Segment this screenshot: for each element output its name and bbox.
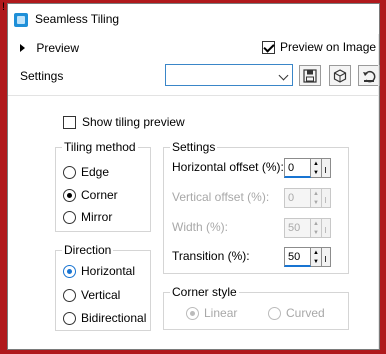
transition-input[interactable]: 50 [284,247,311,267]
radio-icon[interactable] [63,288,76,302]
spin-up-icon[interactable]: ▲ [311,219,321,228]
radio-icon[interactable] [186,306,199,320]
direction-group: Direction Horizontal Vertical Bidirectio… [55,243,151,331]
horizontal-offset-label: Horizontal offset (%): [172,160,284,174]
radio-label: Bidirectional [81,311,147,325]
preview-on-image-checkbox[interactable]: Preview on Image [262,40,376,54]
spin-buttons[interactable]: ▲ ▼ [311,158,322,178]
vertical-offset-label: Vertical offset (%): [172,190,270,204]
radio-label: Vertical [81,288,121,302]
spin-down-icon[interactable]: ▼ [311,228,321,237]
show-tiling-preview-checkbox[interactable]: Show tiling preview [63,115,185,129]
tiling-method-corner[interactable]: Corner [63,188,118,202]
radio-icon[interactable] [268,306,281,320]
save-preset-button[interactable] [299,65,321,86]
reset-icon [363,70,376,82]
show-tiling-label: Show tiling preview [82,115,185,129]
preview-on-image-check-icon[interactable] [262,40,275,54]
vertical-offset-spinner[interactable]: 0 ▲ ▼ [284,188,335,208]
window-edge [378,34,379,349]
tiling-method-group: Tiling method Edge Corner Mirror [55,140,151,232]
width-input[interactable]: 50 [284,218,311,238]
horizontal-offset-input[interactable]: 0 [284,158,311,178]
save-preset-icon [303,68,317,83]
radio-icon[interactable] [63,264,76,278]
preview-on-image-label: Preview on Image [280,40,377,54]
spin-buttons[interactable]: ▲ ▼ [311,247,322,267]
vertical-offset-input[interactable]: 0 [284,188,311,208]
expand-caret-icon [20,43,25,52]
spin-down-icon[interactable]: ▼ [311,168,321,177]
direction-title: Direction [62,243,114,257]
tiling-method-mirror[interactable]: Mirror [63,210,112,224]
width-spinner[interactable]: 50 ▲ ▼ [284,218,335,238]
direction-horizontal[interactable]: Horizontal [63,264,135,278]
radio-label: Horizontal [81,264,136,278]
spin-up-icon[interactable]: ▲ [311,159,321,168]
preview-toggle[interactable]: Preview [20,40,79,55]
background-mark: ! [2,1,6,13]
corner-style-title: Corner style [170,285,239,299]
title-bar: Seamless Tiling [8,4,379,34]
toolbar-separator [8,95,379,96]
radio-icon[interactable] [63,210,76,224]
radio-label: Corner [81,188,118,202]
radio-label: Edge [81,165,110,179]
spin-buttons[interactable]: ▲ ▼ [311,188,322,208]
chevron-down-icon [278,70,289,81]
show-tiling-check-icon[interactable] [63,115,76,129]
slider-popup-button[interactable] [322,188,331,208]
reset-button[interactable] [358,65,380,86]
radio-icon[interactable] [63,188,76,202]
corner-style-curved[interactable]: Curved [268,306,325,320]
spin-down-icon[interactable]: ▼ [311,198,321,207]
settings-bar-label: Settings [20,69,64,83]
direction-bidirectional[interactable]: Bidirectional [63,311,146,325]
spin-up-icon[interactable]: ▲ [311,189,321,198]
corner-style-group: Corner style Linear Curved [163,285,349,330]
slider-popup-button[interactable] [322,247,331,267]
tiling-method-edge[interactable]: Edge [63,165,109,179]
settings-group: Settings Horizontal offset (%): 0 ▲ ▼ Ve… [163,140,349,274]
window-title: Seamless Tiling [35,12,120,26]
slider-popup-button[interactable] [322,218,331,238]
radio-label: Curved [286,306,325,320]
tiling-method-title: Tiling method [62,140,138,154]
settings-group-title: Settings [170,140,218,154]
direction-vertical[interactable]: Vertical [63,288,120,302]
horizontal-offset-spinner[interactable]: 0 ▲ ▼ [284,158,335,178]
spin-down-icon[interactable]: ▼ [311,257,321,266]
preset-select[interactable] [165,64,293,86]
corner-style-linear[interactable]: Linear [186,306,237,320]
spin-buttons[interactable]: ▲ ▼ [311,218,322,238]
radio-label: Linear [204,306,238,320]
transition-spinner[interactable]: 50 ▲ ▼ [284,247,335,267]
radio-icon[interactable] [63,311,76,325]
spin-up-icon[interactable]: ▲ [311,248,321,257]
radio-icon[interactable] [63,165,76,179]
delete-preset-icon [333,68,347,83]
radio-label: Mirror [81,210,113,224]
delete-preset-button[interactable] [329,65,351,86]
slider-popup-button[interactable] [322,158,331,178]
app-icon [14,13,28,27]
width-label: Width (%): [172,220,229,234]
seamless-tiling-dialog: Seamless Tiling Preview Preview on Image… [7,3,380,350]
transition-label: Transition (%): [172,249,250,263]
preview-label: Preview [36,40,80,55]
